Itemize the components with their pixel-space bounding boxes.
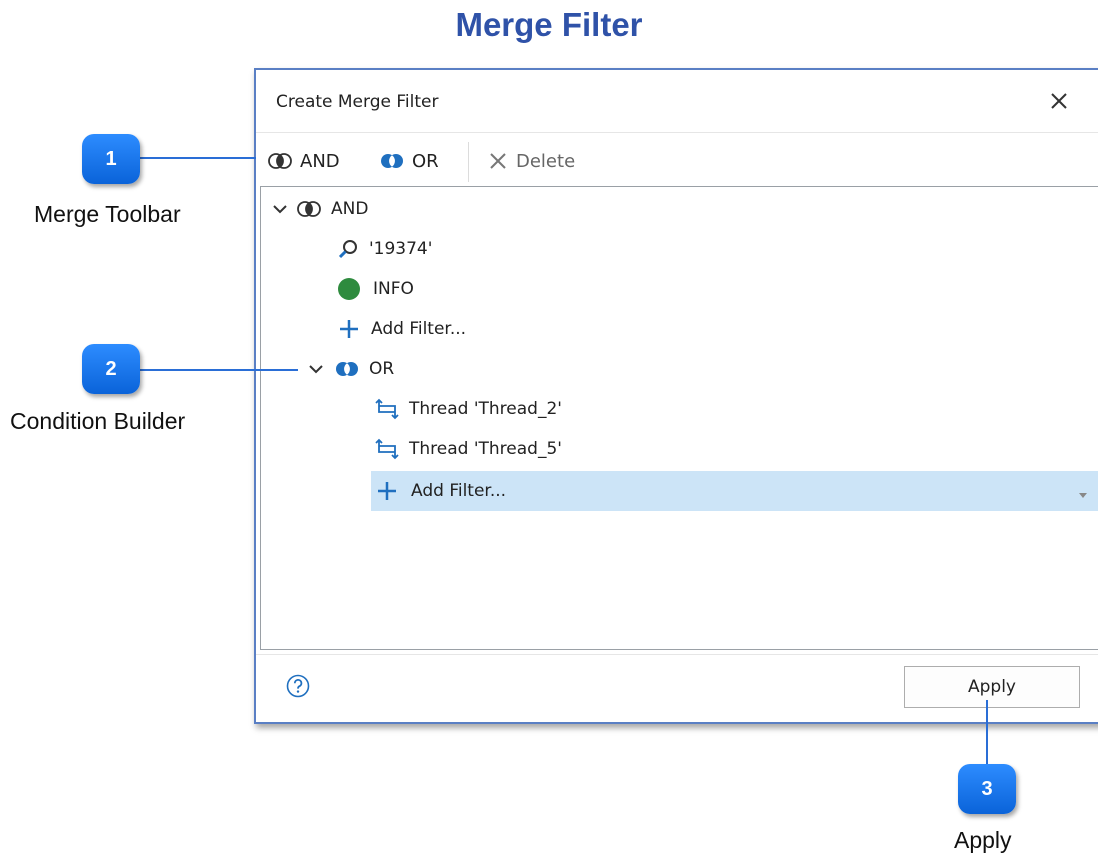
callout-line-1: [138, 157, 256, 159]
and-venn-icon: [297, 201, 321, 217]
condition-builder-tree: AND '19374' INFO Add Filter... OR Thread…: [260, 186, 1098, 650]
tree-node-and[interactable]: AND: [271, 189, 368, 229]
page-title: Merge Filter: [455, 6, 643, 43]
or-button[interactable]: OR: [380, 148, 439, 174]
callout-label-condition-builder: Condition Builder: [10, 408, 186, 434]
and-button-label: AND: [300, 150, 340, 172]
tree-item-add-filter-selected[interactable]: Add Filter...: [377, 471, 506, 511]
tree-item-label: INFO: [373, 279, 414, 299]
chevron-down-icon[interactable]: [271, 200, 289, 218]
and-button[interactable]: AND: [268, 148, 340, 174]
thread-icon: [375, 398, 399, 420]
tree-item-thread-2[interactable]: Thread 'Thread_2': [375, 389, 562, 429]
help-question-icon: [286, 674, 310, 698]
delete-button-label: Delete: [516, 150, 576, 172]
callout-line-2: [138, 369, 298, 371]
or-button-label: OR: [412, 150, 439, 172]
callout-label-merge-toolbar: Merge Toolbar: [34, 201, 181, 227]
or-venn-icon: [336, 362, 358, 376]
tree-item-label: '19374': [369, 239, 433, 259]
callout-label-apply: Apply: [954, 827, 1012, 853]
plus-icon: [340, 320, 358, 338]
delete-button[interactable]: Delete: [488, 148, 575, 174]
dropdown-arrow-icon[interactable]: [1079, 493, 1087, 498]
tree-item-search[interactable]: '19374': [337, 229, 432, 269]
callout-badge-3: 3: [958, 764, 1016, 814]
or-venn-icon: [381, 154, 403, 168]
tree-item-thread-5[interactable]: Thread 'Thread_5': [375, 429, 562, 469]
toolbar-divider: [468, 142, 469, 182]
tree-item-label: Add Filter...: [411, 481, 507, 501]
tree-node-label: OR: [369, 359, 395, 379]
create-merge-filter-dialog: Create Merge Filter AND OR Delete AND '1…: [254, 68, 1098, 724]
tree-item-label: Add Filter...: [371, 319, 467, 339]
green-dot-icon: [338, 278, 360, 300]
dialog-title: Create Merge Filter: [276, 92, 439, 112]
merge-toolbar: AND OR Delete: [256, 140, 1098, 182]
delete-x-icon: [490, 153, 506, 169]
callout-line-3: [986, 700, 988, 766]
and-venn-icon: [268, 153, 292, 169]
magnifier-icon: [338, 240, 357, 259]
apply-button-label: Apply: [968, 677, 1016, 697]
footer-divider: [256, 654, 1098, 655]
close-button[interactable]: [1044, 86, 1074, 116]
chevron-down-icon[interactable]: [307, 360, 325, 378]
tree-item-info[interactable]: INFO: [337, 269, 414, 309]
help-button[interactable]: [286, 674, 310, 698]
tree-node-label: AND: [331, 199, 369, 219]
apply-button[interactable]: Apply: [904, 666, 1080, 708]
titlebar-divider: [256, 132, 1098, 133]
tree-node-or[interactable]: OR: [307, 349, 394, 389]
close-icon: [1051, 93, 1067, 109]
tree-item-label: Thread 'Thread_5': [409, 439, 562, 459]
plus-icon: [378, 482, 396, 500]
tree-item-label: Thread 'Thread_2': [409, 399, 562, 419]
thread-icon: [375, 438, 399, 460]
callout-badge-2: 2: [82, 344, 140, 394]
callout-badge-1: 1: [82, 134, 140, 184]
tree-item-add-filter[interactable]: Add Filter...: [339, 309, 466, 349]
